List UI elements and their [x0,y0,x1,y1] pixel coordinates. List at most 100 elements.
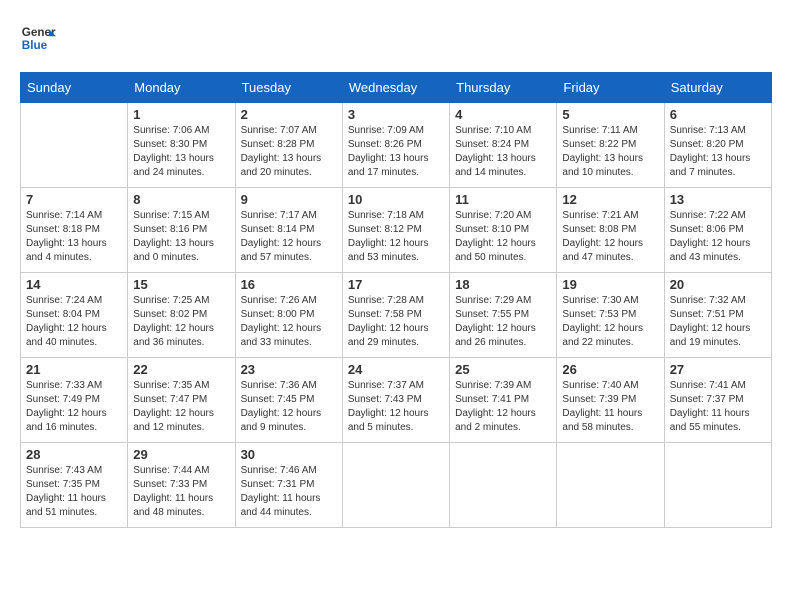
calendar-cell [450,443,557,528]
day-number: 21 [26,362,122,377]
calendar-cell: 28Sunrise: 7:43 AM Sunset: 7:35 PM Dayli… [21,443,128,528]
day-info: Sunrise: 7:07 AM Sunset: 8:28 PM Dayligh… [241,124,337,180]
calendar-cell: 13 Sunrise: 7:22 AM Sunset: 8:06 PM Dayli… [664,188,771,273]
weekday-header-wednesday: Wednesday [342,73,449,103]
day-info: Sunrise: 7:24 AM Sunset: 8:04 PM Dayligh… [26,294,122,350]
day-number: 7 [26,192,122,207]
day-number: 15 [133,277,229,292]
svg-text:Blue: Blue [22,39,48,52]
calendar-cell: 17 Sunrise: 7:28 AM Sunset: 7:58 PM Dayli… [342,273,449,358]
calendar-cell: 1Sunrise: 7:06 AM Sunset: 8:30 PM Daylig… [128,103,235,188]
calendar-week-3: 14 Sunrise: 7:24 AM Sunset: 8:04 PM Dayli… [21,273,772,358]
day-number: 18 [455,277,551,292]
calendar-cell: 4 Sunrise: 7:10 AM Sunset: 8:24 PM Daylig… [450,103,557,188]
day-info: Sunrise: 7:41 AM Sunset: 7:37 PM Dayligh… [670,379,766,435]
calendar-cell: 6 Sunrise: 7:13 AM Sunset: 8:20 PM Daylig… [664,103,771,188]
calendar-cell: 30 Sunrise: 7:46 AM Sunset: 7:31 PM Dayli… [235,443,342,528]
weekday-header-friday: Friday [557,73,664,103]
day-number: 24 [348,362,444,377]
calendar-cell [342,443,449,528]
day-number: 9 [241,192,337,207]
day-info: Sunrise: 7:18 AM Sunset: 8:12 PM Dayligh… [348,209,444,265]
calendar-cell: 14 Sunrise: 7:24 AM Sunset: 8:04 PM Dayli… [21,273,128,358]
day-info: Sunrise: 7:09 AM Sunset: 8:26 PM Dayligh… [348,124,444,180]
day-number: 10 [348,192,444,207]
weekday-header-monday: Monday [128,73,235,103]
calendar-cell: 26 Sunrise: 7:40 AM Sunset: 7:39 PM Dayli… [557,358,664,443]
day-number: 13 [670,192,766,207]
day-info: Sunrise: 7:44 AM Sunset: 7:33 PM Dayligh… [133,464,229,520]
day-number: 25 [455,362,551,377]
weekday-header-tuesday: Tuesday [235,73,342,103]
calendar-cell [21,103,128,188]
calendar-week-1: 1Sunrise: 7:06 AM Sunset: 8:30 PM Daylig… [21,103,772,188]
day-number: 6 [670,107,766,122]
calendar-cell: 27 Sunrise: 7:41 AM Sunset: 7:37 PM Dayli… [664,358,771,443]
calendar-cell: 19 Sunrise: 7:30 AM Sunset: 7:53 PM Dayli… [557,273,664,358]
day-number: 8 [133,192,229,207]
calendar-cell: 10 Sunrise: 7:18 AM Sunset: 8:12 PM Dayli… [342,188,449,273]
day-info: Sunrise: 7:36 AM Sunset: 7:45 PM Dayligh… [241,379,337,435]
calendar-week-2: 7 Sunrise: 7:14 AM Sunset: 8:18 PM Daylig… [21,188,772,273]
day-info: Sunrise: 7:46 AM Sunset: 7:31 PM Dayligh… [241,464,337,520]
day-info: Sunrise: 7:14 AM Sunset: 8:18 PM Dayligh… [26,209,122,265]
day-number: 27 [670,362,766,377]
calendar-week-4: 21 Sunrise: 7:33 AM Sunset: 7:49 PM Dayli… [21,358,772,443]
day-info: Sunrise: 7:39 AM Sunset: 7:41 PM Dayligh… [455,379,551,435]
day-info: Sunrise: 7:30 AM Sunset: 7:53 PM Dayligh… [562,294,658,350]
calendar-cell: 21 Sunrise: 7:33 AM Sunset: 7:49 PM Dayli… [21,358,128,443]
day-info: Sunrise: 7:28 AM Sunset: 7:58 PM Dayligh… [348,294,444,350]
calendar-cell: 18 Sunrise: 7:29 AM Sunset: 7:55 PM Dayli… [450,273,557,358]
calendar-cell: 22Sunrise: 7:35 AM Sunset: 7:47 PM Dayli… [128,358,235,443]
calendar-cell: 16 Sunrise: 7:26 AM Sunset: 8:00 PM Dayli… [235,273,342,358]
day-number: 28 [26,447,122,462]
day-info: Sunrise: 7:17 AM Sunset: 8:14 PM Dayligh… [241,209,337,265]
day-number: 16 [241,277,337,292]
day-info: Sunrise: 7:40 AM Sunset: 7:39 PM Dayligh… [562,379,658,435]
calendar-cell: 12 Sunrise: 7:21 AM Sunset: 8:08 PM Dayli… [557,188,664,273]
day-number: 14 [26,277,122,292]
day-number: 12 [562,192,658,207]
day-info: Sunrise: 7:13 AM Sunset: 8:20 PM Dayligh… [670,124,766,180]
day-info: Sunrise: 7:26 AM Sunset: 8:00 PM Dayligh… [241,294,337,350]
calendar-table: SundayMondayTuesdayWednesdayThursdayFrid… [20,72,772,528]
calendar-cell: 20Sunrise: 7:32 AM Sunset: 7:51 PM Dayli… [664,273,771,358]
weekday-header-sunday: Sunday [21,73,128,103]
day-number: 11 [455,192,551,207]
calendar-cell: 24 Sunrise: 7:37 AM Sunset: 7:43 PM Dayli… [342,358,449,443]
day-info: Sunrise: 7:06 AM Sunset: 8:30 PM Dayligh… [133,124,229,180]
day-info: Sunrise: 7:20 AM Sunset: 8:10 PM Dayligh… [455,209,551,265]
calendar-cell [557,443,664,528]
day-number: 29 [133,447,229,462]
logo-icon: General Blue [20,20,56,56]
calendar-cell: 23Sunrise: 7:36 AM Sunset: 7:45 PM Dayli… [235,358,342,443]
calendar-cell [664,443,771,528]
weekday-header-saturday: Saturday [664,73,771,103]
day-number: 20 [670,277,766,292]
day-number: 17 [348,277,444,292]
day-number: 19 [562,277,658,292]
calendar-cell: 25 Sunrise: 7:39 AM Sunset: 7:41 PM Dayli… [450,358,557,443]
day-info: Sunrise: 7:22 AM Sunset: 8:06 PM Dayligh… [670,209,766,265]
logo: General Blue [20,20,56,56]
page-header: General Blue [20,20,772,56]
day-info: Sunrise: 7:35 AM Sunset: 7:47 PM Dayligh… [133,379,229,435]
calendar-cell: 9 Sunrise: 7:17 AM Sunset: 8:14 PM Daylig… [235,188,342,273]
calendar-cell: 2 Sunrise: 7:07 AM Sunset: 8:28 PM Daylig… [235,103,342,188]
calendar-cell: 3 Sunrise: 7:09 AM Sunset: 8:26 PM Daylig… [342,103,449,188]
calendar-cell: 11 Sunrise: 7:20 AM Sunset: 8:10 PM Dayli… [450,188,557,273]
day-number: 2 [241,107,337,122]
day-info: Sunrise: 7:21 AM Sunset: 8:08 PM Dayligh… [562,209,658,265]
day-info: Sunrise: 7:10 AM Sunset: 8:24 PM Dayligh… [455,124,551,180]
day-info: Sunrise: 7:29 AM Sunset: 7:55 PM Dayligh… [455,294,551,350]
calendar-week-5: 28Sunrise: 7:43 AM Sunset: 7:35 PM Dayli… [21,443,772,528]
day-info: Sunrise: 7:37 AM Sunset: 7:43 PM Dayligh… [348,379,444,435]
day-number: 5 [562,107,658,122]
day-number: 30 [241,447,337,462]
day-number: 26 [562,362,658,377]
weekday-header-row: SundayMondayTuesdayWednesdayThursdayFrid… [21,73,772,103]
day-number: 4 [455,107,551,122]
calendar-cell: 29 Sunrise: 7:44 AM Sunset: 7:33 PM Dayli… [128,443,235,528]
day-info: Sunrise: 7:33 AM Sunset: 7:49 PM Dayligh… [26,379,122,435]
day-number: 3 [348,107,444,122]
